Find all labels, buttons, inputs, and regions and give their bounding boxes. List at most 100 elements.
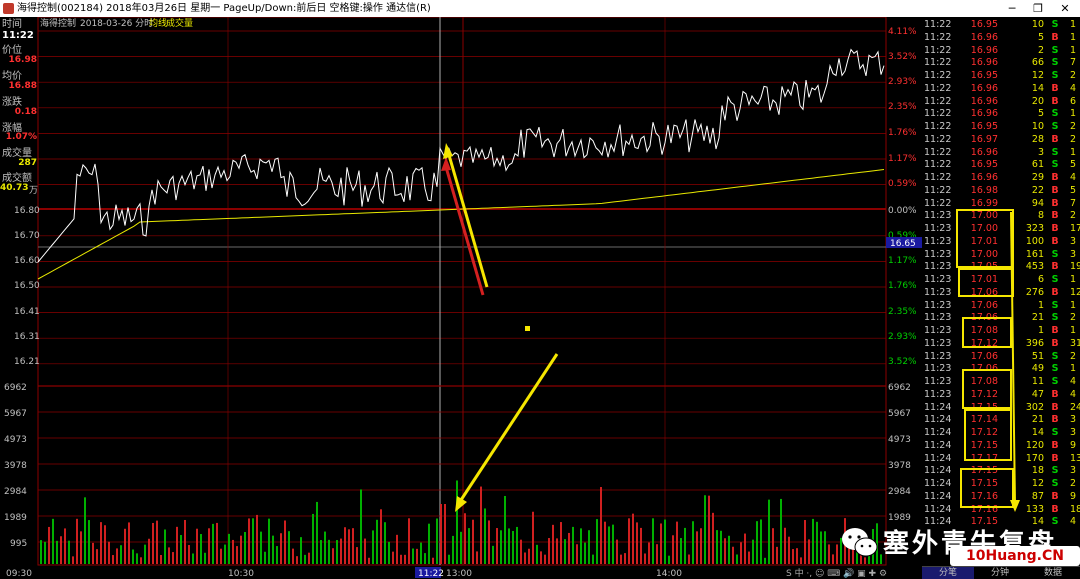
tick-direction: S	[1051, 248, 1059, 260]
tick-time: 11:23	[924, 248, 952, 260]
volume-bar	[116, 548, 118, 564]
volume-bar	[648, 542, 650, 564]
pct-label: 1.17%	[888, 256, 917, 266]
tick-direction: S	[1051, 376, 1059, 387]
volume-bar	[164, 529, 166, 564]
volume-bar	[708, 495, 710, 564]
tick-count: 2	[1070, 350, 1077, 362]
volume-bar	[352, 528, 354, 564]
tab-shuju[interactable]: 数据	[1026, 566, 1080, 579]
tick-direction: B	[1051, 337, 1059, 349]
volume-bar	[524, 552, 526, 564]
time-label: 11:22	[418, 569, 444, 579]
volume-bar	[716, 530, 718, 564]
tick-count: 1	[1070, 146, 1077, 158]
volume-label: 6962	[4, 383, 27, 393]
volume-bar	[512, 530, 514, 564]
maximize-button[interactable]: ❐	[1025, 0, 1051, 17]
volume-bar	[640, 527, 642, 564]
volume-bar	[68, 540, 70, 564]
volume-bar	[148, 538, 150, 564]
pct-label: 2.35%	[888, 307, 917, 317]
volume-bar	[220, 548, 222, 564]
volume-bar	[156, 520, 158, 564]
volume-bar	[744, 533, 746, 564]
tick-count: 3	[1070, 465, 1077, 477]
tick-volume: 66	[1031, 57, 1044, 69]
tick-row: 11:22 16.95 12 S 2	[922, 70, 1080, 83]
close-button[interactable]: ✕	[1052, 0, 1078, 17]
volume-bar	[280, 533, 282, 564]
tick-volume: 5	[1037, 108, 1044, 120]
tick-time: 11:22	[924, 172, 952, 183]
volume-bar	[60, 536, 62, 564]
volume-bar	[664, 519, 666, 564]
tick-time: 11:24	[924, 427, 952, 438]
volume-bar	[624, 553, 626, 564]
change-label-text: 涨跌	[2, 97, 22, 108]
volume-bar	[508, 528, 510, 564]
volume-bar	[472, 519, 474, 564]
volume-bar	[260, 531, 262, 564]
wechat-icon	[842, 528, 878, 557]
volume-bar	[580, 528, 582, 564]
pct-label: 1.17%	[888, 154, 917, 164]
volume-bar	[496, 528, 498, 564]
tab-fenbi[interactable]: 分笔	[922, 566, 974, 579]
ime-tray[interactable]: S 中 ·, ☺ ⌨ 🔊 ▣ ✚ ⚙	[786, 566, 887, 579]
volume-bar	[644, 553, 646, 564]
tick-count: 2	[1070, 121, 1077, 132]
tick-volume: 20	[1031, 95, 1044, 107]
volume-bar	[656, 544, 658, 564]
volume-bar	[208, 528, 210, 564]
volume-bar	[704, 495, 706, 564]
volume-bar	[96, 549, 98, 564]
watermark: 塞外青牛复盘 10Huang.CN	[830, 520, 1080, 566]
tick-count: 4	[1070, 376, 1077, 387]
volume-bar	[320, 540, 322, 564]
tick-count: 19	[1070, 261, 1080, 273]
volume-bar	[700, 528, 702, 564]
tick-direction: B	[1051, 95, 1059, 107]
chart-frame	[37, 17, 887, 566]
volume-bar	[680, 538, 682, 564]
volume-bar	[660, 523, 662, 564]
tick-price: 16.95	[970, 121, 998, 132]
volume-bar	[440, 504, 442, 564]
tick-count: 17	[1070, 223, 1080, 234]
tick-count: 1	[1070, 299, 1077, 311]
volume-bar	[620, 554, 622, 564]
volume-label-right: 6962	[888, 383, 911, 393]
volume-bar	[608, 526, 610, 564]
volume-bar	[736, 554, 738, 564]
intraday-chart[interactable]: 时间 海得控制 2018-03-26 分时 均线 成交量 16.80 16.70…	[0, 17, 922, 579]
volume-bar	[720, 530, 722, 564]
volume-label: 4973	[4, 435, 27, 445]
tick-time: 11:23	[924, 235, 952, 247]
price-label: 16.80	[14, 206, 40, 216]
minimize-button[interactable]: ─	[999, 0, 1025, 17]
tick-direction: B	[1051, 223, 1059, 234]
volume-bar	[816, 521, 818, 564]
side-time: 11:22	[2, 30, 34, 41]
tick-volume: 61	[1031, 159, 1044, 171]
price-label-text: 价位	[2, 45, 22, 56]
tick-time: 11:23	[924, 376, 952, 387]
volume-bar	[364, 538, 366, 564]
tick-row: 11:22 16.97 28 B 2	[922, 134, 1080, 147]
volume-bar	[820, 531, 822, 564]
tick-time: 11:24	[924, 465, 952, 477]
volume-bar	[296, 556, 298, 564]
volume-bar	[576, 544, 578, 564]
pct-label: 0.00%	[888, 206, 917, 216]
volume-bar	[376, 519, 378, 564]
tab-fenzhong[interactable]: 分钟	[974, 566, 1026, 579]
avg-value: 16.88	[8, 81, 37, 91]
tick-time: 11:22	[924, 159, 952, 171]
volume-bar	[196, 528, 198, 564]
tick-time: 11:22	[924, 44, 952, 56]
volume-bar	[332, 548, 334, 564]
volume-bar	[412, 548, 414, 564]
volume-bar	[192, 553, 194, 564]
volume-bar	[316, 501, 318, 564]
